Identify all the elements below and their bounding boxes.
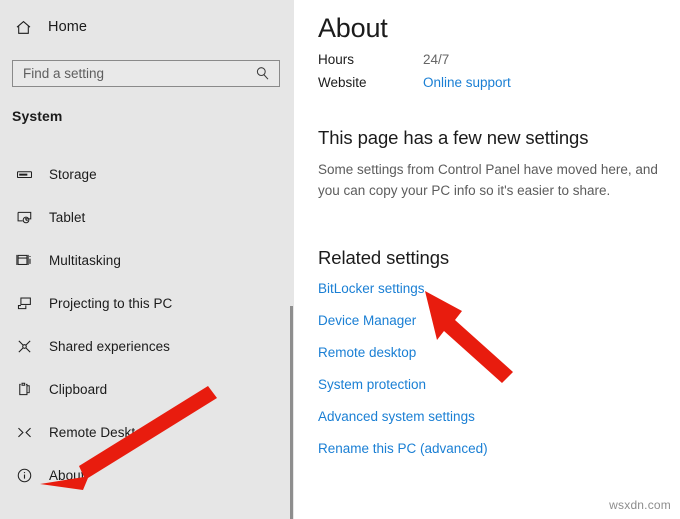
sidebar-item-remote-desktop[interactable]: Remote Desktop: [0, 421, 294, 443]
remote-desktop-icon: [13, 422, 35, 442]
info-key: Website: [318, 75, 367, 90]
sidebar-item-label: Tablet: [49, 209, 86, 225]
storage-icon: [13, 164, 35, 184]
search-input[interactable]: [13, 61, 250, 86]
sidebar-item-label: Shared experiences: [49, 338, 170, 354]
link-bitlocker-settings[interactable]: BitLocker settings: [318, 280, 425, 312]
watermark: wsxdn.com: [609, 498, 671, 512]
projecting-icon: [13, 293, 35, 313]
settings-content-panel: About Hours 24/7 Website Online support …: [294, 0, 680, 519]
sidebar-item-home[interactable]: Home: [10, 14, 250, 40]
sidebar-item-tablet[interactable]: Tablet: [0, 206, 294, 228]
sidebar-section-title: System: [12, 108, 63, 124]
about-info-table: Hours 24/7 Website Online support: [318, 52, 668, 98]
sidebar-item-label: Remote Desktop: [49, 424, 151, 440]
link-device-manager[interactable]: Device Manager: [318, 312, 416, 344]
link-advanced-system-settings[interactable]: Advanced system settings: [318, 408, 475, 440]
link-remote-desktop[interactable]: Remote desktop: [318, 344, 416, 376]
tablet-icon: [13, 207, 35, 227]
related-settings-heading: Related settings: [318, 247, 450, 268]
multitasking-icon: [13, 250, 35, 270]
sidebar-item-label: Storage: [49, 166, 97, 182]
sidebar-item-label: Clipboard: [49, 381, 108, 397]
link-system-protection[interactable]: System protection: [318, 376, 426, 408]
sidebar-nav-list: Storage Tablet Multitasking Projecting t…: [0, 163, 294, 507]
sidebar-item-clipboard[interactable]: Clipboard: [0, 378, 294, 400]
sidebar-item-label: About: [49, 467, 85, 483]
link-rename-this-pc[interactable]: Rename this PC (advanced): [318, 440, 488, 472]
sidebar-item-about[interactable]: About: [0, 464, 294, 486]
info-key: Hours: [318, 52, 355, 67]
search-icon[interactable]: [251, 63, 273, 85]
related-settings-links: BitLocker settings Device Manager Remote…: [318, 280, 658, 472]
shared-experiences-icon: [13, 336, 35, 356]
home-icon: [13, 17, 33, 37]
settings-window: Home System Storage: [0, 0, 680, 519]
sidebar-item-label: Projecting to this PC: [49, 295, 173, 311]
online-support-link[interactable]: Online support: [423, 75, 511, 90]
sidebar-item-multitasking[interactable]: Multitasking: [0, 249, 294, 271]
page-title: About: [318, 13, 388, 43]
sidebar-scrollbar-thumb[interactable]: [290, 306, 293, 519]
clipboard-icon: [13, 379, 35, 399]
sidebar-item-shared-experiences[interactable]: Shared experiences: [0, 335, 294, 357]
search-box[interactable]: [12, 60, 280, 87]
info-icon: [13, 465, 35, 485]
new-settings-heading: This page has a few new settings: [318, 127, 589, 148]
sidebar-home-label: Home: [48, 19, 88, 35]
sidebar-item-storage[interactable]: Storage: [0, 163, 294, 185]
info-row-hours: Hours 24/7: [318, 52, 668, 75]
new-settings-body: Some settings from Control Panel have mo…: [318, 162, 658, 198]
info-row-website: Website Online support: [318, 75, 668, 98]
settings-sidebar: Home System Storage: [0, 0, 294, 519]
sidebar-item-label: Multitasking: [49, 252, 121, 268]
sidebar-item-projecting-to-this-pc[interactable]: Projecting to this PC: [0, 292, 294, 314]
info-value: 24/7: [423, 52, 450, 67]
